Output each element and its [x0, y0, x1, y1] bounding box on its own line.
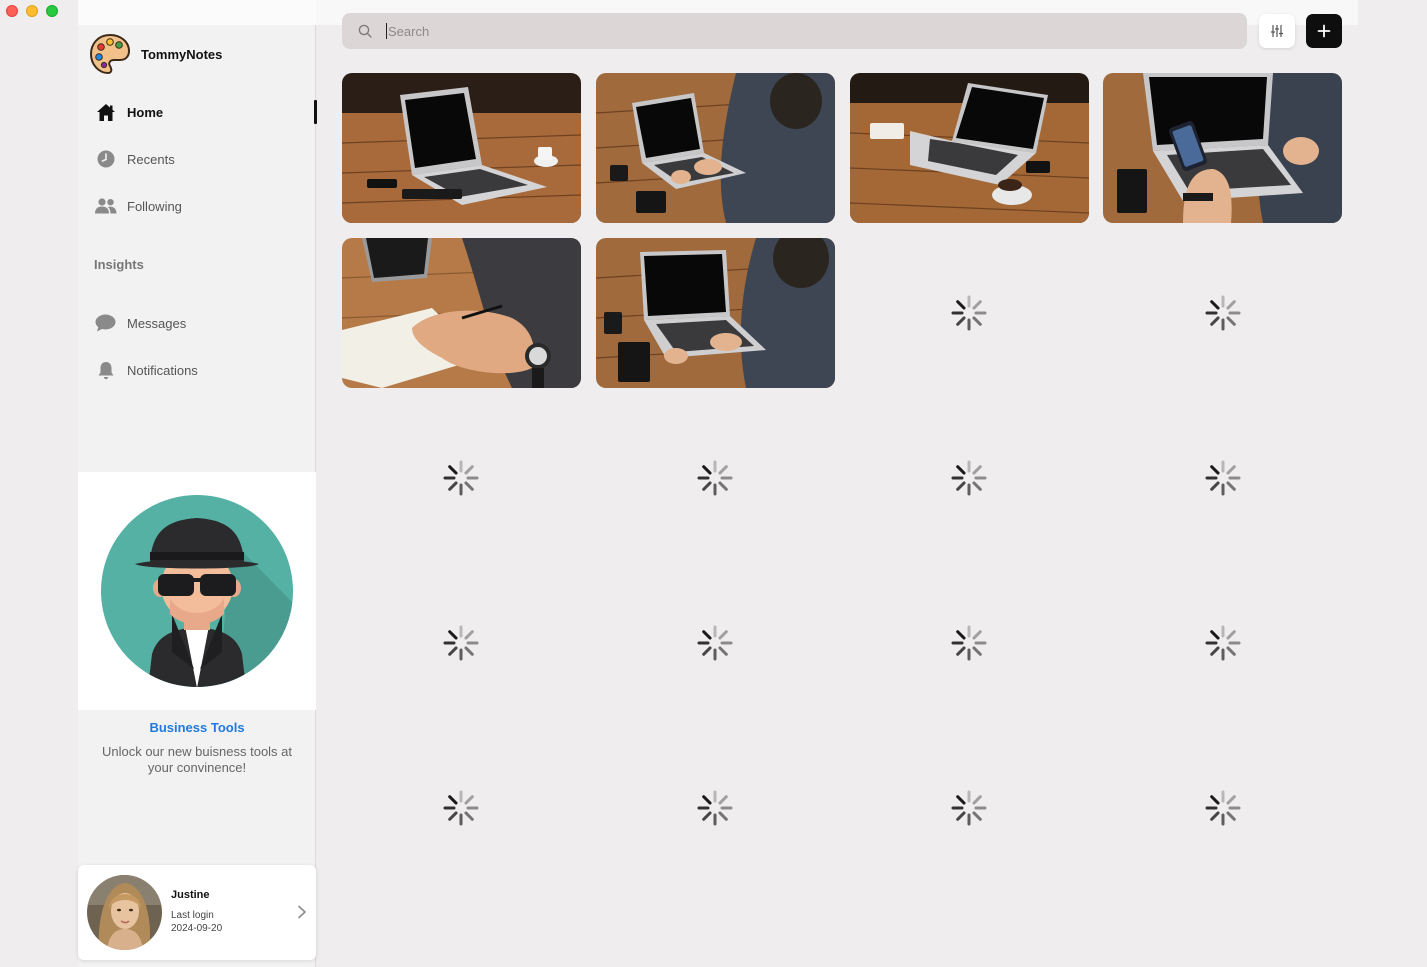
sidebar-item-messages[interactable]: Messages: [94, 311, 186, 335]
sidebar-item-label: Messages: [127, 315, 187, 331]
plus-icon: [1317, 24, 1331, 38]
sidebar-item-label: Recents: [127, 151, 175, 167]
sidebar-item-home[interactable]: Home: [94, 100, 163, 124]
minimize-window-button[interactable]: [26, 5, 38, 17]
clock-icon: [94, 149, 117, 169]
active-nav-indicator: [314, 100, 317, 124]
loading-spinner-icon: [697, 460, 733, 496]
writing-in-notebook-photo: [342, 238, 581, 388]
laptop-and-coffee-photo: [850, 73, 1089, 223]
window-controls: [6, 5, 58, 17]
laptop-on-desk-photo: [342, 73, 581, 223]
loading-spinner-icon: [951, 625, 987, 661]
filter-button[interactable]: [1259, 14, 1295, 48]
search-bar[interactable]: [342, 13, 1247, 49]
add-button[interactable]: [1306, 14, 1342, 48]
sidebar-item-following[interactable]: Following: [94, 194, 182, 218]
loading-spinner-icon: [1205, 460, 1241, 496]
sidebar-item-recents[interactable]: Recents: [94, 147, 175, 171]
person-typing-laptop-photo: [596, 73, 835, 223]
section-label-insights: Insights: [94, 257, 144, 272]
loading-spinner-icon: [1205, 625, 1241, 661]
avatar: [87, 875, 162, 950]
photo-tile[interactable]: [1103, 73, 1342, 223]
chevron-right-icon: [298, 905, 306, 919]
photo-tile[interactable]: [342, 73, 581, 223]
loading-spinner-icon: [1205, 295, 1241, 331]
photo-tile[interactable]: [596, 238, 835, 388]
search-icon: [358, 24, 372, 38]
photo-tile[interactable]: [850, 73, 1089, 223]
user-name: Justine: [171, 889, 210, 901]
loading-spinner-icon: [951, 295, 987, 331]
photo-tile[interactable]: [596, 73, 835, 223]
loading-spinner-icon: [443, 460, 479, 496]
close-window-button[interactable]: [6, 5, 18, 17]
loading-spinner-icon: [697, 625, 733, 661]
sidebar-item-label: Notifications: [127, 362, 198, 378]
loading-spinner-icon: [951, 790, 987, 826]
sidebar: TommyNotes Home Recents Following Insigh…: [78, 0, 317, 967]
spy-avatar-illustration: [101, 495, 293, 687]
search-input[interactable]: [386, 23, 1247, 39]
sidebar-item-notifications[interactable]: Notifications: [94, 358, 198, 382]
promo-description: Unlock our new buisness tools at your co…: [101, 744, 293, 775]
promo-illustration: [78, 472, 316, 710]
promo-title-link[interactable]: Business Tools: [78, 720, 316, 735]
loading-spinner-icon: [951, 460, 987, 496]
loading-spinner-icon: [697, 790, 733, 826]
photo-tile[interactable]: [342, 238, 581, 388]
sliders-icon: [1270, 24, 1284, 38]
bell-icon: [94, 360, 117, 380]
user-profile-card[interactable]: Justine Last login 2024-09-20: [78, 865, 316, 960]
loading-spinner-icon: [1205, 790, 1241, 826]
typing-on-laptop-photo: [596, 238, 835, 388]
palette-logo-icon: [90, 33, 130, 75]
last-login-label: Last login: [171, 910, 214, 921]
loading-spinner-icon: [443, 625, 479, 661]
loading-spinner-icon: [443, 790, 479, 826]
home-icon: [94, 102, 117, 122]
sidebar-item-label: Following: [127, 198, 182, 214]
app-name: TommyNotes: [141, 46, 223, 62]
people-icon: [94, 196, 117, 216]
sidebar-titlebar: [78, 0, 316, 25]
sidebar-item-label: Home: [127, 104, 164, 120]
zoom-window-button[interactable]: [46, 5, 58, 17]
chat-bubble-icon: [94, 313, 117, 333]
person-with-phone-photo: [1103, 73, 1342, 223]
brand: TommyNotes: [90, 33, 222, 75]
last-login-date: 2024-09-20: [171, 923, 223, 934]
